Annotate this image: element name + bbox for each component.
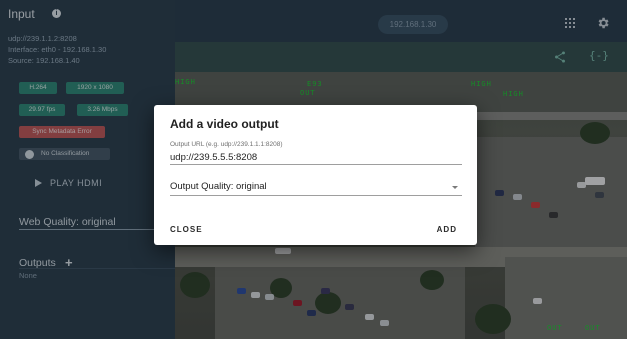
output-url-underline [170,164,462,165]
dialog-title: Add a video output [170,117,279,131]
add-button[interactable]: ADD [437,225,457,234]
output-quality-underline [170,195,462,196]
output-url-label: Output URL (e.g. udp://239.1.1.1:8208) [170,141,283,148]
close-button[interactable]: CLOSE [170,225,203,234]
output-quality-select[interactable]: Output Quality: original [170,181,462,195]
output-quality-value: Output Quality: original [170,181,267,192]
add-video-output-dialog: Add a video output Output URL (e.g. udp:… [154,105,477,245]
dropdown-caret-icon [452,186,458,189]
output-url-input[interactable] [170,150,462,164]
